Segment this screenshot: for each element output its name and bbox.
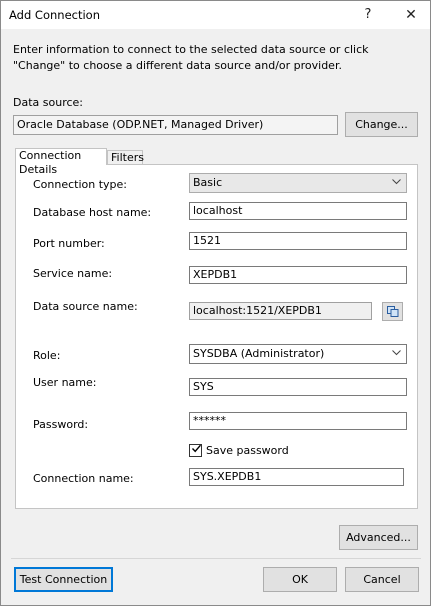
service-name-label: Service name: <box>33 267 113 280</box>
role-label: Role: <box>33 349 61 362</box>
title-bar[interactable]: Add Connection ? ✕ <box>1 1 430 29</box>
dialog-title: Add Connection <box>9 8 100 22</box>
close-button[interactable]: ✕ <box>394 3 428 27</box>
save-password-label[interactable]: Save password <box>206 444 289 457</box>
intro-text: Enter information to connect to the sele… <box>13 43 369 72</box>
role-value: SYSDBA (Administrator) <box>193 347 325 360</box>
help-button[interactable]: ? <box>351 3 385 27</box>
data-source-name-field: localhost:1521/XEPDB1 <box>189 302 372 320</box>
advanced-button[interactable]: Advanced... <box>339 525 418 550</box>
port-number-input[interactable]: 1521 <box>189 232 407 250</box>
change-button[interactable]: Change... <box>345 112 418 137</box>
data-source-label: Data source: <box>13 96 83 109</box>
test-connection-button[interactable]: Test Connection <box>14 567 113 592</box>
chevron-down-icon <box>392 176 401 190</box>
tab-filters[interactable]: Filters <box>107 150 144 165</box>
host-name-input[interactable]: localhost <box>189 202 407 220</box>
ok-button[interactable]: OK <box>263 567 337 592</box>
data-source-name-label: Data source name: <box>33 300 138 313</box>
password-input[interactable]: ****** <box>189 412 407 430</box>
chevron-down-icon <box>392 347 401 361</box>
service-name-input[interactable]: XEPDB1 <box>189 266 407 284</box>
add-connection-dialog: Add Connection ? ✕ Enter information to … <box>0 0 431 606</box>
host-name-label: Database host name: <box>33 206 152 219</box>
tab-connection-details[interactable]: Connection Details <box>15 148 107 176</box>
connection-type-label: Connection type: <box>33 178 128 191</box>
user-name-label: User name: <box>33 376 97 389</box>
user-name-input[interactable]: SYS <box>189 378 407 396</box>
divider <box>11 558 421 559</box>
connection-name-input[interactable]: SYS.XEPDB1 <box>189 468 404 486</box>
data-source-field: Oracle Database (ODP.NET, Managed Driver… <box>13 115 338 135</box>
port-number-label: Port number: <box>33 237 105 250</box>
copy-icon <box>387 306 399 317</box>
connection-name-label: Connection name: <box>33 472 134 485</box>
checkmark-icon <box>191 443 202 457</box>
connection-type-value: Basic <box>193 176 223 189</box>
role-select[interactable]: SYSDBA (Administrator) <box>189 344 407 364</box>
connection-type-select[interactable]: Basic <box>189 173 407 193</box>
password-label: Password: <box>33 418 89 431</box>
save-password-checkbox[interactable] <box>189 444 202 457</box>
copy-button[interactable] <box>382 302 403 321</box>
cancel-button[interactable]: Cancel <box>345 567 419 592</box>
